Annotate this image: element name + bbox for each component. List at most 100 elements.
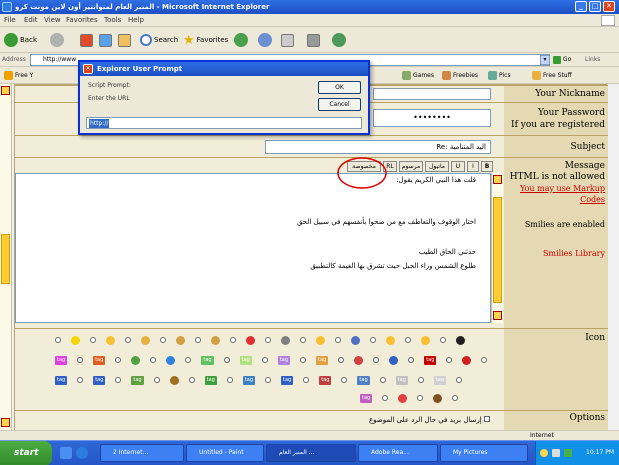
icon-radio[interactable]: [150, 357, 157, 363]
password-input[interactable]: ••••••••: [373, 109, 491, 127]
scroll-up-icon[interactable]: [493, 175, 502, 184]
format-button-italic[interactable]: I: [467, 161, 479, 172]
search-button[interactable]: Search: [140, 32, 178, 48]
icon-radio[interactable]: [230, 337, 236, 343]
scroll-up-icon[interactable]: [1, 86, 10, 95]
icon-radio[interactable]: [300, 337, 306, 343]
scroll-down-icon[interactable]: [1, 418, 10, 427]
mail-button[interactable]: [258, 32, 272, 48]
menu-edit[interactable]: Edit: [24, 16, 38, 24]
links-item-free-y[interactable]: Free Y: [4, 71, 33, 80]
menu-favorites[interactable]: Favorites: [66, 16, 98, 24]
icon-radio[interactable]: [185, 357, 192, 363]
tray-icon[interactable]: [564, 449, 572, 457]
forward-button[interactable]: [50, 32, 64, 48]
links-item-pics[interactable]: Pics: [488, 71, 511, 80]
icon-radio[interactable]: [77, 357, 84, 363]
menu-help[interactable]: Help: [128, 16, 144, 24]
dialog-url-input[interactable]: http://: [86, 117, 362, 129]
address-dropdown-icon[interactable]: ▾: [540, 55, 550, 65]
icon-radio[interactable]: [335, 337, 341, 343]
email-reply-checkbox[interactable]: [484, 416, 490, 422]
scroll-thumb[interactable]: [493, 197, 502, 303]
messenger-button[interactable]: [332, 32, 346, 48]
dialog-cancel-button[interactable]: Cancel: [318, 98, 361, 111]
edit-button[interactable]: [307, 32, 320, 48]
format-button-bold[interactable]: B: [481, 161, 493, 172]
taskbar-item[interactable]: 2 Internet...: [100, 444, 184, 462]
links-label[interactable]: Links: [585, 56, 600, 63]
icon-radio[interactable]: [115, 377, 122, 383]
icon-radio[interactable]: [115, 357, 122, 363]
icon-radio[interactable]: [223, 357, 230, 363]
icon-radio[interactable]: [446, 357, 453, 363]
quick-launch-ie-icon[interactable]: [76, 447, 88, 459]
icon-radio[interactable]: [456, 377, 463, 383]
minimize-button[interactable]: _: [575, 1, 587, 12]
window-title-bar[interactable]: المنبر العام لمنوانتير أون لاين مونت كرو…: [0, 0, 619, 14]
format-button-drawn[interactable]: مرسوم: [399, 161, 423, 172]
format-button-italic-ar[interactable]: ماتيول: [425, 161, 449, 172]
icon-radio[interactable]: [303, 377, 310, 383]
icon-radio[interactable]: [55, 337, 61, 343]
dialog-ok-button[interactable]: OK: [318, 81, 361, 94]
icon-radio[interactable]: [417, 377, 424, 383]
refresh-button[interactable]: [99, 32, 112, 48]
icon-radio[interactable]: [341, 377, 348, 383]
close-button[interactable]: ✕: [603, 1, 615, 12]
icon-radio[interactable]: [408, 357, 415, 363]
icon-radio[interactable]: [195, 337, 201, 343]
scroll-down-icon[interactable]: [493, 311, 502, 320]
icon-radio[interactable]: [452, 395, 459, 401]
icon-radio[interactable]: [188, 377, 195, 383]
history-button[interactable]: [234, 32, 248, 48]
icon-radio[interactable]: [338, 357, 345, 363]
menu-file[interactable]: File: [4, 16, 16, 24]
scroll-thumb[interactable]: [1, 234, 10, 284]
subject-input[interactable]: Re: اليد المتنامية: [265, 140, 491, 154]
icon-radio[interactable]: [379, 377, 386, 383]
quick-launch-desktop-icon[interactable]: [60, 447, 72, 459]
maximize-button[interactable]: □: [589, 1, 601, 12]
links-item-free-stuff[interactable]: Free Stuff: [532, 71, 572, 80]
menu-view[interactable]: View: [44, 16, 61, 24]
icon-radio[interactable]: [153, 377, 160, 383]
icon-radio[interactable]: [417, 395, 424, 401]
icon-radio[interactable]: [125, 337, 131, 343]
taskbar-item[interactable]: Adobe Rea...: [358, 444, 438, 462]
taskbar-item[interactable]: Untitled - Paint: [186, 444, 264, 462]
icon-radio[interactable]: [265, 337, 271, 343]
message-scrollbar[interactable]: [491, 173, 503, 323]
start-button[interactable]: start: [0, 441, 52, 465]
taskbar-item[interactable]: My Pictures: [440, 444, 528, 462]
dialog-close-icon[interactable]: ✕: [83, 64, 93, 74]
print-button[interactable]: [281, 32, 294, 48]
menu-tools[interactable]: Tools: [104, 16, 121, 24]
markup-codes-link[interactable]: You may use Markup Codes: [504, 183, 605, 205]
tray-icon[interactable]: [552, 449, 560, 457]
links-item-freebies[interactable]: Freebies: [442, 71, 478, 80]
favorites-button[interactable]: ★ Favorites: [183, 32, 228, 48]
stop-button[interactable]: [80, 32, 93, 48]
message-textarea[interactable]: قلت هذا النبي الكريم يقول: اختار الوقوف …: [15, 173, 491, 323]
icon-radio[interactable]: [370, 337, 376, 343]
email-reply-option[interactable]: إرسال بريد في حال الرد على الموضوع: [369, 416, 490, 424]
icon-radio[interactable]: [226, 377, 233, 383]
icon-radio[interactable]: [90, 337, 96, 343]
icon-radio[interactable]: [373, 357, 380, 363]
page-scrollbar[interactable]: [0, 84, 12, 430]
taskbar-item-active[interactable]: المنبر العام ...: [266, 444, 356, 462]
icon-radio[interactable]: [77, 377, 84, 383]
icon-radio[interactable]: [265, 377, 272, 383]
back-button[interactable]: Back: [4, 32, 37, 48]
go-button[interactable]: Go: [553, 54, 579, 66]
icon-radio[interactable]: [382, 395, 389, 401]
tray-icon[interactable]: [540, 449, 548, 457]
smilies-library-link[interactable]: Smilies Library: [504, 248, 605, 259]
icon-radio[interactable]: [261, 357, 268, 363]
icon-radio[interactable]: [160, 337, 166, 343]
format-button-underline[interactable]: U: [451, 161, 465, 172]
links-item-games[interactable]: Games: [402, 71, 434, 80]
nickname-input[interactable]: [373, 88, 491, 100]
icon-radio[interactable]: [300, 357, 307, 363]
